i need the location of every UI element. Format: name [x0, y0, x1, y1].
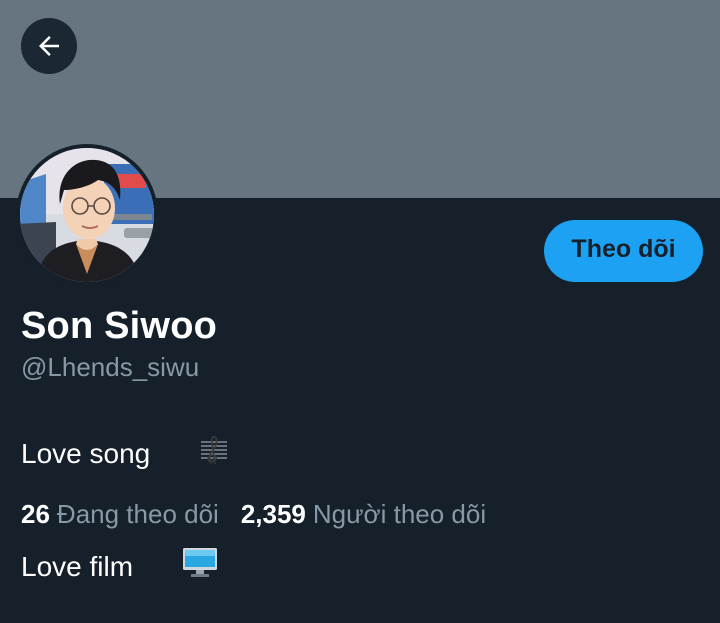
musical-score-icon — [152, 397, 229, 510]
profile-handle: @Lhends_siwu — [21, 352, 200, 382]
following-label: Đang theo dõi — [56, 499, 219, 529]
following-count: 26 — [21, 499, 50, 529]
bio-line-text: Love song — [21, 437, 151, 469]
followers-label: Người theo dõi — [312, 499, 487, 529]
followers-link[interactable]: 2,359 Người theo dõi — [241, 499, 486, 530]
following-link[interactable]: 26 Đang theo dõi — [21, 499, 219, 530]
bio-line: Love song — [21, 397, 229, 510]
bio-line-text: Love film — [21, 550, 134, 582]
profile-stats: 26 Đang theo dõi 2,359 Người theo dõi — [21, 499, 486, 530]
arrow-left-icon — [39, 36, 59, 56]
profile-name: Son Siwoo — [21, 305, 218, 347]
followers-count: 2,359 — [240, 499, 306, 529]
back-button[interactable] — [21, 18, 77, 74]
follow-button[interactable]: Theo dõi — [544, 220, 703, 282]
avatar[interactable] — [16, 144, 158, 286]
avatar-photo — [16, 144, 158, 286]
